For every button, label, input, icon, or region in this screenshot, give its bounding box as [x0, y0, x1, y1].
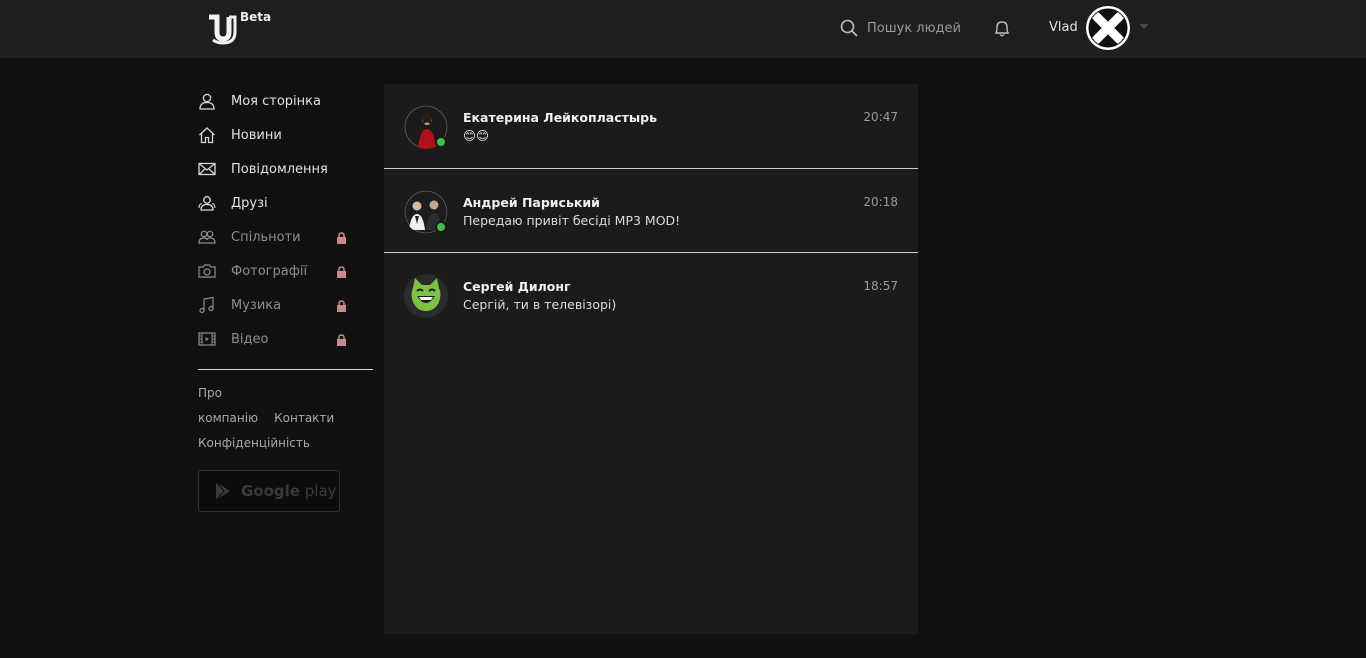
message-time: 20:18 — [863, 195, 898, 209]
sidebar-item-label: Музика — [231, 297, 282, 313]
play-store-icon — [215, 481, 230, 501]
sidebar-item-label: Повідомлення — [231, 161, 328, 177]
lock-icon — [337, 334, 346, 346]
film-icon — [198, 332, 216, 346]
sidebar-item-video[interactable]: Відео — [198, 322, 374, 356]
music-icon — [199, 296, 214, 314]
sidebar-item-news[interactable]: Новини — [198, 118, 374, 152]
contact-name: Андрей Париський — [463, 195, 600, 210]
lock-icon — [337, 300, 346, 312]
sidebar-item-friends[interactable]: Друзі — [198, 186, 374, 220]
sidebar-item-label: Друзі — [231, 195, 268, 211]
message-preview: Сергій, ти в телевізорі) — [463, 297, 617, 312]
search-input[interactable] — [867, 20, 977, 36]
sidebar-item-label: Спільноти — [231, 229, 301, 245]
google-play-label: Google play — [241, 482, 337, 500]
about-link[interactable]: Про компанію — [198, 386, 258, 425]
contact-avatar — [404, 274, 448, 318]
conversation-item[interactable]: Екатерина Лейкопластырь 20:47 😊😊 — [384, 84, 918, 168]
online-indicator — [435, 136, 447, 148]
sidebar-item-label: Новини — [231, 127, 282, 143]
contact-name: Сергей Дилонг — [463, 279, 571, 294]
friends-icon — [198, 196, 216, 211]
sidebar-item-messages[interactable]: Повідомлення — [198, 152, 374, 186]
sidebar-item-my-page[interactable]: Моя сторінка — [198, 84, 374, 118]
contacts-link[interactable]: Контакти — [274, 411, 334, 425]
google-play-button[interactable]: Google play — [198, 470, 340, 512]
account-dropdown-caret-icon[interactable] — [1139, 24, 1149, 29]
user-avatar[interactable] — [1086, 6, 1130, 50]
privacy-link[interactable]: Конфіденційність — [198, 436, 310, 450]
sidebar-item-communities[interactable]: Спільноти — [198, 220, 374, 254]
user-icon — [199, 93, 215, 110]
bell-icon[interactable] — [992, 18, 1012, 38]
sidebar-item-label: Моя сторінка — [231, 93, 321, 109]
search-icon[interactable] — [840, 19, 858, 37]
message-preview: 😊😊 — [463, 128, 490, 143]
conversation-item[interactable]: Сергей Дилонг 18:57 Сергій, ти в телевіз… — [384, 252, 918, 336]
username[interactable]: Vlad — [1049, 20, 1078, 35]
sidebar-item-music[interactable]: Музика — [198, 288, 374, 322]
sidebar-divider — [198, 369, 373, 370]
sidebar-item-photos[interactable]: Фотографії — [198, 254, 374, 288]
sidebar-item-label: Відео — [231, 331, 269, 347]
conversation-item[interactable]: Андрей Париський 20:18 Передаю привіт бе… — [384, 168, 918, 252]
communities-icon — [198, 230, 216, 244]
conversations-panel: Екатерина Лейкопластырь 20:47 😊😊 Андрей … — [384, 84, 918, 634]
top-bar: Beta Vlad — [0, 0, 1366, 58]
people-search[interactable] — [840, 17, 977, 39]
home-icon — [199, 127, 215, 144]
online-indicator — [435, 221, 447, 233]
sidebar-item-label: Фотографії — [231, 263, 308, 279]
camera-icon — [198, 264, 216, 278]
footer-links: Про компанію Контакти Конфіденційність — [198, 381, 374, 456]
beta-label: Beta — [240, 10, 272, 24]
mail-icon — [198, 162, 216, 176]
sidebar: Моя сторінка Новини Повідомлення Друзі С… — [198, 84, 374, 512]
message-time: 18:57 — [863, 279, 898, 293]
lock-icon — [337, 232, 346, 244]
message-preview: Передаю привіт бесіді MP3 MOD! — [463, 213, 681, 228]
message-time: 20:47 — [863, 110, 898, 124]
logo-icon[interactable] — [207, 13, 239, 45]
contact-name: Екатерина Лейкопластырь — [463, 110, 658, 125]
lock-icon — [337, 266, 346, 278]
